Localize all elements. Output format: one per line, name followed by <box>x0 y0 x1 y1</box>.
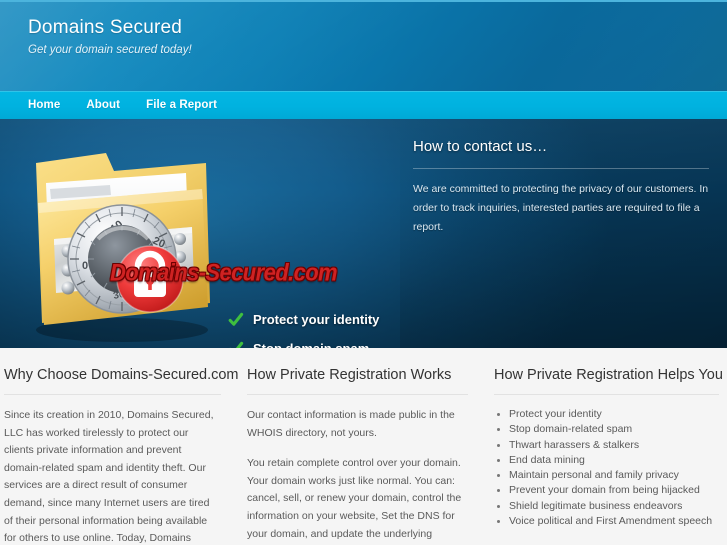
hero-feature-list: Protect your identity Stop domain spam E… <box>228 305 379 348</box>
svg-text:0: 0 <box>82 260 88 272</box>
column-divider <box>4 394 221 395</box>
nav-list: Home About File a Report <box>0 91 727 119</box>
hero-logo-text: Domains-Secured.com <box>110 258 338 286</box>
contact-panel: How to contact us… We are committed to p… <box>400 119 727 348</box>
column-title: How Private Registration Helps You <box>494 367 723 383</box>
hero-feature-label: Protect your identity <box>253 312 380 327</box>
check-icon <box>228 341 244 348</box>
nav-item-about[interactable]: About <box>86 91 120 119</box>
column-title: Why Choose Domains-Secured.com <box>4 367 239 383</box>
column-title: How Private Registration Works <box>247 367 452 383</box>
contact-panel-divider <box>413 168 709 169</box>
column-how-it-works: How Private Registration Works Our conta… <box>243 365 488 545</box>
column-how-it-helps: How Private Registration Helps You Prote… <box>488 365 727 545</box>
hero-feature-label: Stop domain spam <box>253 341 369 348</box>
benefits-list: Protect your identity Stop domain-relate… <box>494 407 719 529</box>
column-why-choose: Why Choose Domains-Secured.com Since its… <box>0 365 243 545</box>
content-columns: Why Choose Domains-Secured.com Since its… <box>0 348 727 545</box>
column-paragraph: Since its creation in 2010, Domains Secu… <box>4 409 214 545</box>
secure-folder-lock-icon: 10 20 0 30 <box>10 127 234 347</box>
page-root: Domains Secured Get your domain secured … <box>0 0 727 545</box>
hero-feature-item: Stop domain spam <box>228 334 379 348</box>
list-item: Stop domain-related spam <box>496 422 719 437</box>
list-item: Voice political and First Amendment spee… <box>496 514 719 529</box>
list-item: Protect your identity <box>496 407 719 422</box>
hero-feature-item: Protect your identity <box>228 305 379 334</box>
list-item: End data mining <box>496 453 719 468</box>
site-header: Domains Secured Get your domain secured … <box>0 0 727 91</box>
hero-banner: 10 20 0 30 <box>0 119 727 348</box>
list-item: Thwart harassers & stalkers <box>496 438 719 453</box>
contact-panel-title: How to contact us… <box>413 138 548 155</box>
site-title: Domains Secured <box>28 17 183 38</box>
nav-item-file-a-report[interactable]: File a Report <box>146 91 217 119</box>
contact-panel-text: We are committed to protecting the priva… <box>413 183 709 233</box>
column-divider <box>247 394 468 395</box>
check-icon <box>228 312 244 326</box>
main-navigation: Home About File a Report <box>0 91 727 119</box>
column-divider <box>494 394 719 395</box>
column-paragraph: Our contact information is made public i… <box>247 409 455 439</box>
brand: Domains Secured Get your domain secured … <box>28 16 192 58</box>
list-item: Prevent your domain from being hijacked <box>496 483 719 498</box>
list-item: Shield legitimate business endeavors <box>496 499 719 514</box>
site-tagline: Get your domain secured today! <box>28 44 192 56</box>
nav-item-home[interactable]: Home <box>28 91 60 119</box>
column-paragraph: You retain complete control over your do… <box>247 457 462 540</box>
list-item: Maintain personal and family privacy <box>496 468 719 483</box>
